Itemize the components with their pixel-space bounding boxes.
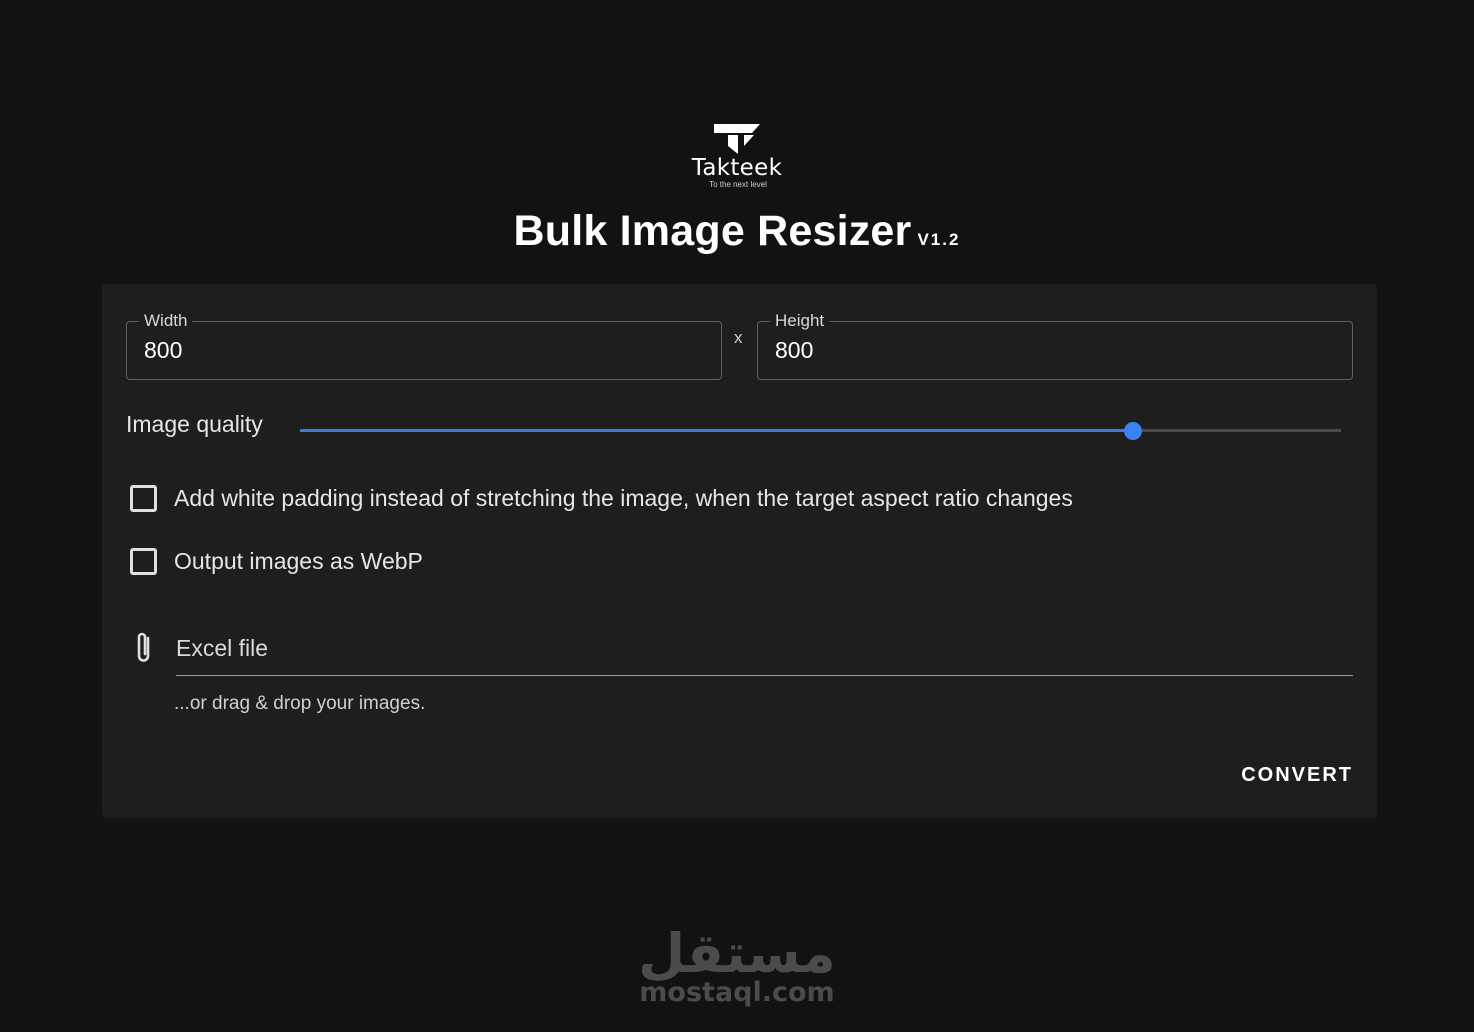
padding-option-label[interactable]: Add white padding instead of stretching … [174, 485, 1073, 512]
height-input[interactable]: 800 [775, 336, 813, 364]
paperclip-icon[interactable] [132, 630, 156, 666]
version-label: V1.2 [917, 230, 961, 249]
webp-option[interactable]: Output images as WebP [130, 548, 423, 575]
watermark-arabic: مستقل [638, 922, 836, 985]
width-input[interactable]: 800 [144, 336, 182, 364]
webp-option-label[interactable]: Output images as WebP [174, 548, 423, 575]
dimension-separator: x [734, 328, 743, 347]
slider-fill [300, 429, 1133, 432]
padding-option[interactable]: Add white padding instead of stretching … [130, 485, 1073, 512]
excel-file-label: Excel file [176, 635, 269, 661]
slider-thumb[interactable] [1123, 422, 1142, 440]
drop-hint: ...or drag & drop your images. [174, 693, 426, 714]
takteek-logo-mark [714, 124, 760, 154]
takteek-logo: Takteek To the next level [0, 124, 1474, 189]
height-field[interactable]: Height 800 [757, 311, 1353, 380]
convert-button[interactable]: CONVERT [1241, 764, 1353, 787]
brand-tagline: To the next level [709, 180, 767, 189]
quality-slider[interactable] [300, 422, 1341, 440]
mostaql-watermark: مستقل mostaql.com [0, 924, 1474, 1008]
webp-checkbox[interactable] [130, 548, 157, 575]
excel-file-input[interactable]: Excel file [176, 630, 1353, 676]
height-label: Height [770, 311, 830, 331]
watermark-latin: mostaql.com [639, 977, 835, 1008]
brand-name: Takteek [691, 155, 783, 181]
resizer-card: Width 800 x Height 800 Image quality Add… [102, 284, 1377, 818]
padding-checkbox[interactable] [130, 485, 157, 512]
app-page: Takteek To the next level Bulk Image Res… [0, 0, 1474, 1032]
page-title: Bulk Image Resizer V1.2 [0, 207, 1474, 256]
quality-label: Image quality [126, 411, 263, 437]
width-field[interactable]: Width 800 [126, 311, 722, 380]
title-text: Bulk Image Resizer [513, 207, 912, 255]
width-label: Width [139, 311, 193, 331]
